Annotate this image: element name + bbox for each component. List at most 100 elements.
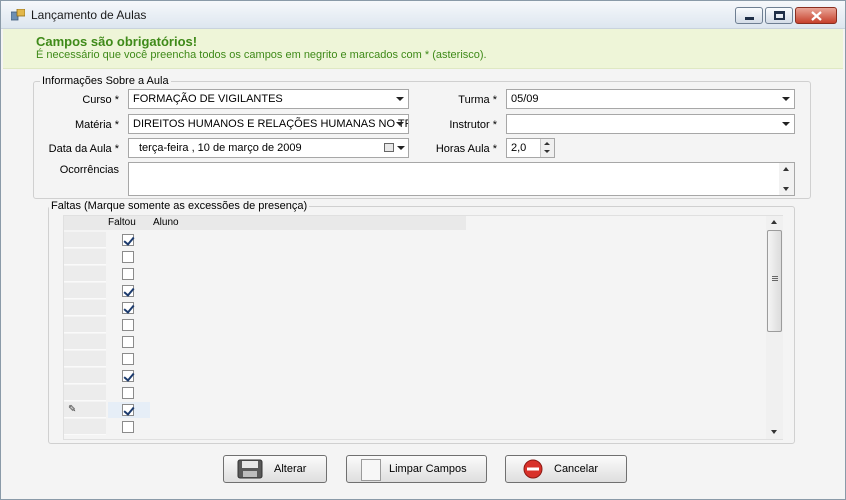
column-header-faltou[interactable]: Faltou <box>108 217 136 228</box>
chevron-down-icon <box>396 122 404 126</box>
scrollbar-thumb[interactable] <box>767 230 782 332</box>
minimize-icon <box>745 17 754 20</box>
row-header[interactable] <box>64 266 106 282</box>
row-header[interactable] <box>64 317 106 333</box>
data-aula-label: Data da Aula * <box>48 143 119 155</box>
row-header[interactable] <box>64 385 106 401</box>
grid-vertical-scrollbar[interactable] <box>766 216 783 439</box>
stepper-buttons[interactable] <box>540 139 554 157</box>
row-header[interactable] <box>64 419 106 435</box>
horas-aula-label: Horas Aula * <box>435 143 497 155</box>
ocorrencias-textarea[interactable] <box>128 162 795 196</box>
row-header[interactable] <box>64 249 106 265</box>
materia-label: Matéria * <box>74 119 119 131</box>
data-aula-value: terça-feira , 10 de março de 2009 <box>139 142 302 154</box>
limpar-campos-label: Limpar Campos <box>389 463 467 475</box>
table-row <box>64 419 466 436</box>
chevron-down-icon <box>397 146 405 150</box>
faltou-checkbox[interactable] <box>122 370 134 382</box>
turma-label: Turma * <box>458 94 497 106</box>
table-row <box>64 249 466 266</box>
row-header[interactable] <box>64 232 106 248</box>
ocorrencias-label: Ocorrências <box>59 164 119 176</box>
banner-title: Campos são obrigatórios! <box>36 34 198 49</box>
alterar-button[interactable]: Alterar <box>223 455 327 483</box>
limpar-campos-button[interactable]: Limpar Campos <box>346 455 487 483</box>
table-row-editing: ✎ <box>64 402 466 419</box>
banner-subtitle: É necessário que você preencha todos os … <box>36 49 487 61</box>
maximize-icon <box>774 11 785 20</box>
faltas-group-title: Faltas (Marque somente as excessões de p… <box>49 200 310 212</box>
stepper-down-icon <box>544 150 550 153</box>
required-fields-banner: Campos são obrigatórios! É necessário qu… <box>3 29 843 69</box>
maximize-button[interactable] <box>765 7 793 24</box>
faltou-checkbox[interactable] <box>122 319 134 331</box>
close-button[interactable] <box>795 7 837 24</box>
faltou-checkbox[interactable] <box>122 285 134 297</box>
faltou-checkbox[interactable] <box>122 302 134 314</box>
materia-value: DIREITOS HUMANOS E RELAÇÕES HUMANAS NO T… <box>133 118 409 130</box>
faltas-grid[interactable]: Faltou Aluno ✎ <box>63 215 783 440</box>
scroll-down-icon[interactable] <box>771 430 777 434</box>
curso-label: Curso * <box>82 94 119 106</box>
cancelar-button[interactable]: Cancelar <box>505 455 627 483</box>
cancelar-label: Cancelar <box>554 463 599 475</box>
table-row <box>64 232 466 249</box>
data-aula-picker[interactable]: terça-feira , 10 de março de 2009 <box>128 138 409 158</box>
chevron-down-icon <box>782 122 790 126</box>
horas-aula-value: 2,0 <box>511 142 527 154</box>
curso-value: FORMAÇÃO DE VIGILANTES <box>133 93 283 105</box>
instrutor-label: Instrutor * <box>449 119 497 131</box>
instrutor-combo[interactable] <box>506 114 795 134</box>
column-header-aluno[interactable]: Aluno <box>153 217 179 228</box>
alterar-label: Alterar <box>274 463 307 475</box>
minimize-button[interactable] <box>735 7 763 24</box>
row-header[interactable]: ✎ <box>64 402 106 418</box>
info-group-title: Informações Sobre a Aula <box>40 75 171 87</box>
turma-value: 05/09 <box>511 93 539 105</box>
grid-header: Faltou Aluno <box>64 216 466 230</box>
row-header[interactable] <box>64 283 106 299</box>
table-row <box>64 368 466 385</box>
scroll-up-icon <box>783 167 789 171</box>
faltou-checkbox[interactable] <box>122 251 134 263</box>
stepper-up-icon <box>544 142 550 145</box>
faltou-checkbox[interactable] <box>122 336 134 348</box>
row-header[interactable] <box>64 351 106 367</box>
faltou-checkbox[interactable] <box>122 234 134 246</box>
cancel-icon <box>523 459 543 479</box>
row-header[interactable] <box>64 300 106 316</box>
table-row <box>64 300 466 317</box>
chevron-down-icon <box>396 97 404 101</box>
chevron-down-icon <box>782 97 790 101</box>
main-window: Lançamento de Aulas Campos são obrigatór… <box>0 0 846 500</box>
faltou-checkbox[interactable] <box>122 268 134 280</box>
turma-combo[interactable]: 05/09 <box>506 89 795 109</box>
faltou-checkbox[interactable] <box>122 421 134 433</box>
faltou-checkbox[interactable] <box>122 353 134 365</box>
window-title: Lançamento de Aulas <box>31 8 147 22</box>
calendar-icon <box>384 143 394 152</box>
horas-aula-stepper[interactable]: 2,0 <box>506 138 555 158</box>
faltou-checkbox[interactable] <box>122 404 134 416</box>
row-header[interactable] <box>64 368 106 384</box>
table-row <box>64 317 466 334</box>
table-row <box>64 351 466 368</box>
app-window-icon <box>11 9 25 21</box>
save-disk-icon <box>237 459 263 479</box>
scroll-down-icon <box>783 187 789 191</box>
materia-combo[interactable]: DIREITOS HUMANOS E RELAÇÕES HUMANAS NO T… <box>128 114 409 134</box>
ocorrencias-scrollbar[interactable] <box>779 163 794 195</box>
close-icon <box>811 11 822 21</box>
curso-combo[interactable]: FORMAÇÃO DE VIGILANTES <box>128 89 409 109</box>
scroll-up-icon[interactable] <box>771 220 777 224</box>
faltou-checkbox[interactable] <box>122 387 134 399</box>
table-row <box>64 283 466 300</box>
blank-page-icon <box>361 459 381 481</box>
title-bar: Lançamento de Aulas <box>1 1 845 29</box>
table-row <box>64 266 466 283</box>
table-row <box>64 334 466 351</box>
row-header[interactable] <box>64 334 106 350</box>
grip-icon <box>772 276 778 277</box>
pencil-icon: ✎ <box>68 404 77 415</box>
